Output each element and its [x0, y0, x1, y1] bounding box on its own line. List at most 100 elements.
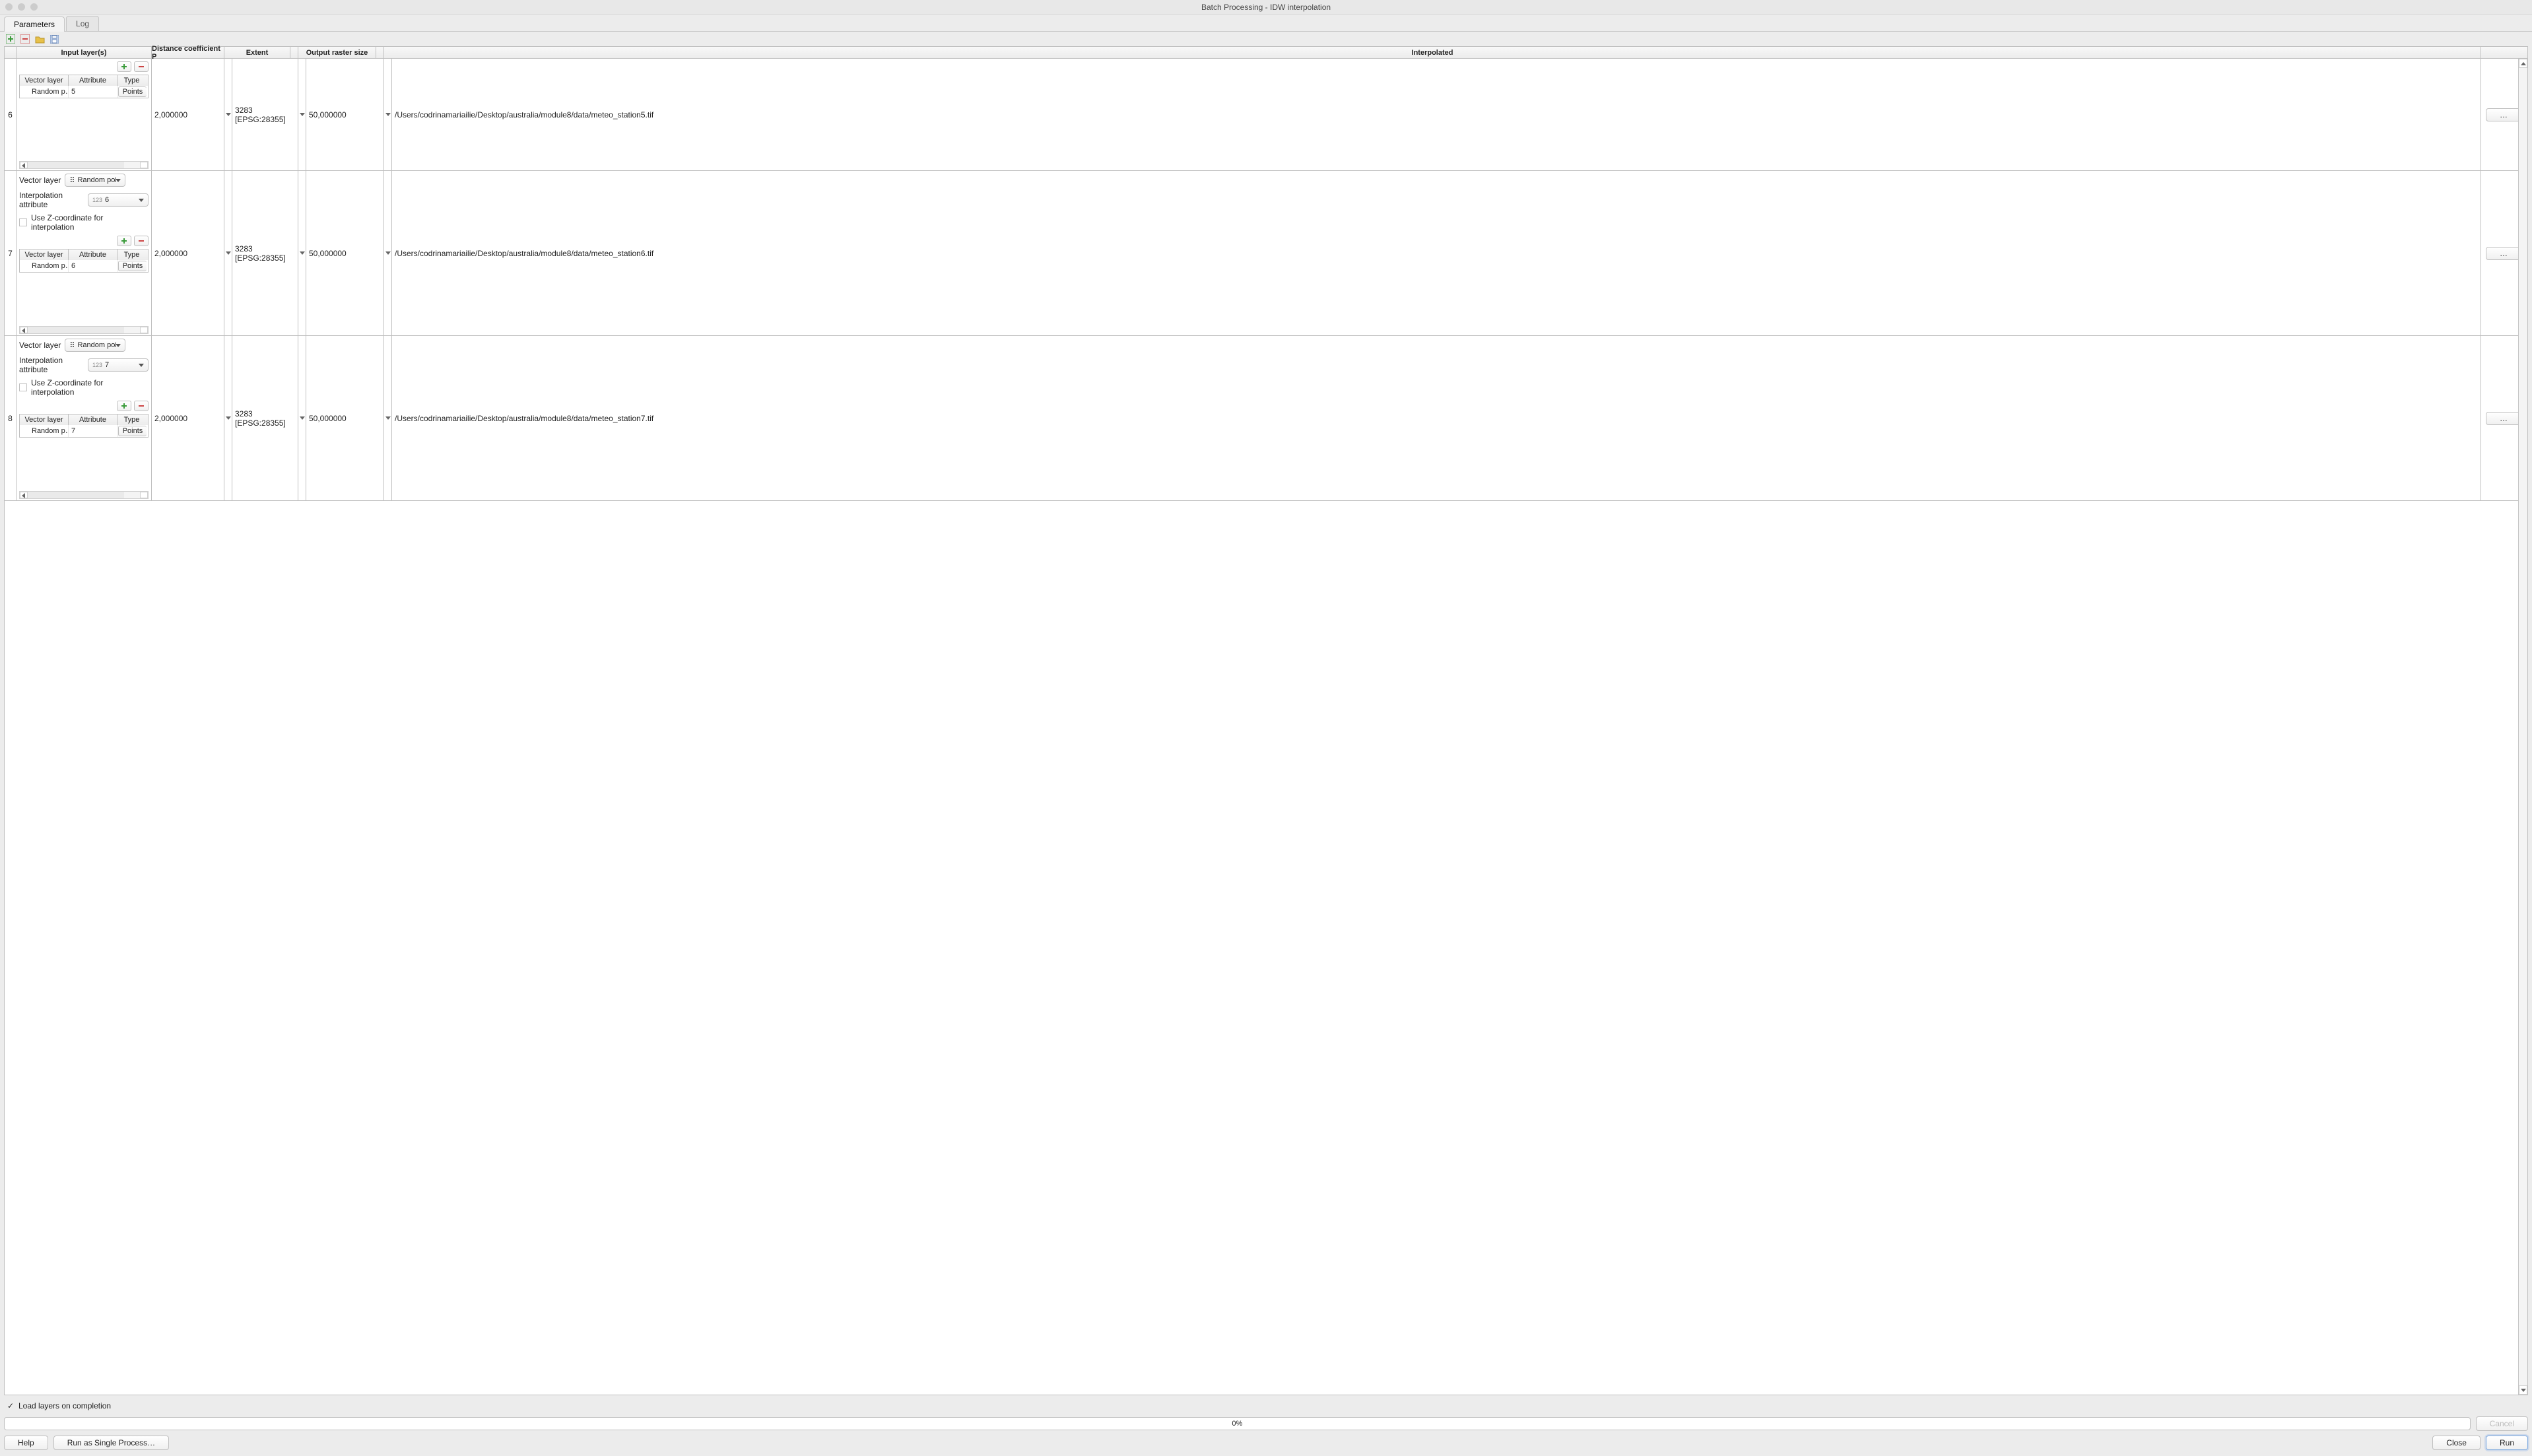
window-title: Batch Processing - IDW interpolation [0, 3, 2532, 12]
grid-row: 6Vector layerAttributeTypeRandom p…5Poin… [5, 59, 2527, 171]
layer-table: Vector layerAttributeTypeRandom p…7Point… [19, 414, 149, 438]
mt-head-vector: Vector layer [20, 414, 69, 425]
grid-row: 7Vector layer⠿Random poiInterpolation at… [5, 171, 2527, 336]
interp-attr-label: Interpolation attribute [19, 356, 84, 374]
remove-layer-icon[interactable] [134, 401, 149, 411]
window-titlebar: Batch Processing - IDW interpolation [0, 0, 2532, 15]
batch-grid: Input layer(s) Distance coefficient P Ex… [4, 46, 2528, 1395]
layer-table-row[interactable]: Random p…7Points [20, 425, 148, 437]
layer-table-row[interactable]: Random p…5Points [20, 86, 148, 98]
points-icon: ⠿ [69, 176, 75, 185]
vector-layer-label: Vector layer [19, 176, 61, 185]
extent-cell[interactable]: 3283 [EPSG:28355] [232, 336, 298, 500]
remove-row-icon[interactable] [20, 34, 30, 44]
cancel-button: Cancel [2476, 1416, 2528, 1431]
mt-head-attr: Attribute [69, 249, 117, 260]
col-header-distance[interactable]: Distance coefficient P [152, 47, 224, 58]
col-header-input[interactable]: Input layer(s) [17, 47, 152, 58]
col-header-raster[interactable]: Output raster size [298, 47, 376, 58]
bottom-button-row: Help Run as Single Process… Close Run [4, 1435, 2528, 1451]
layer-table: Vector layerAttributeTypeRandom p…5Point… [19, 75, 149, 98]
col-header-browse [2481, 47, 2527, 58]
remove-layer-icon[interactable] [134, 61, 149, 72]
tab-parameters[interactable]: Parameters [4, 17, 65, 32]
mt-head-type: Type [117, 75, 146, 86]
vector-layer-select[interactable]: ⠿Random poi [65, 339, 125, 352]
help-button[interactable]: Help [4, 1436, 48, 1450]
tab-bar: Parameters Log [0, 15, 2532, 32]
col-header-interpolated[interactable]: Interpolated [384, 47, 2481, 58]
extent-cell[interactable]: 3283 [EPSG:28355] [232, 59, 298, 170]
progress-row: 0% Cancel [4, 1416, 2528, 1431]
batch-toolbar [0, 32, 2532, 46]
use-z-label: Use Z-coordinate for interpolation [31, 378, 149, 397]
browse-button[interactable]: … [2486, 108, 2523, 121]
raster-size-cell[interactable]: 50,000000 [306, 171, 384, 335]
row-number[interactable]: 7 [5, 171, 17, 335]
interp-attr-select[interactable]: 1236 [88, 193, 149, 207]
extent-autofill-dropdown[interactable] [298, 59, 306, 170]
vector-layer-select[interactable]: ⠿Random poi [65, 174, 125, 187]
run-single-button[interactable]: Run as Single Process… [53, 1436, 169, 1450]
tab-log[interactable]: Log [66, 16, 99, 31]
input-layers-cell: Vector layerAttributeTypeRandom p…5Point… [17, 59, 152, 170]
raster-size-cell[interactable]: 50,000000 [306, 336, 384, 500]
extent-autofill-dropdown[interactable] [298, 336, 306, 500]
input-hscroll[interactable] [19, 491, 149, 499]
type-dropdown[interactable]: Points [118, 426, 147, 436]
browse-button[interactable]: … [2486, 247, 2523, 260]
raster-size-cell[interactable]: 50,000000 [306, 59, 384, 170]
row-number[interactable]: 8 [5, 336, 17, 500]
type-dropdown[interactable]: Points [118, 261, 147, 271]
input-layers-cell: Vector layer ⠿Random poi Interpolation att… [17, 336, 152, 500]
add-layer-icon[interactable] [117, 61, 131, 72]
layer-table-row[interactable]: Random p…6Points [20, 260, 148, 272]
run-button[interactable]: Run [2486, 1436, 2528, 1450]
distance-autofill-dropdown[interactable] [224, 336, 232, 500]
raster-autofill-dropdown[interactable] [384, 59, 392, 170]
output-path-cell[interactable]: /Users/codrinamariailie/Desktop/australi… [392, 59, 2481, 170]
load-layers-row: ✓ Load layers on completion [7, 1399, 2525, 1412]
extent-cell[interactable]: 3283 [EPSG:28355] [232, 171, 298, 335]
raster-autofill-dropdown[interactable] [384, 171, 392, 335]
raster-autofill-dropdown[interactable] [384, 336, 392, 500]
open-folder-icon[interactable] [34, 34, 45, 44]
grid-row: 8Vector layer ⠿Random poi Interpolation at… [5, 336, 2527, 501]
input-hscroll[interactable] [19, 326, 149, 334]
load-layers-label: Load layers on completion [18, 1401, 111, 1410]
scroll-down-icon[interactable] [2519, 1385, 2527, 1395]
add-row-icon[interactable] [5, 34, 16, 44]
add-layer-icon[interactable] [117, 236, 131, 246]
add-layer-icon[interactable] [117, 401, 131, 411]
row-number[interactable]: 6 [5, 59, 17, 170]
type-dropdown[interactable]: Points [118, 86, 147, 97]
output-path-cell[interactable]: /Users/codrinamariailie/Desktop/australi… [392, 336, 2481, 500]
col-header-extent[interactable]: Extent [224, 47, 290, 58]
distance-cell[interactable]: 2,000000 [152, 336, 224, 500]
distance-autofill-dropdown[interactable] [224, 59, 232, 170]
mt-head-vector: Vector layer [20, 249, 69, 260]
extent-autofill-dropdown[interactable] [298, 171, 306, 335]
layer-table: Vector layerAttributeTypeRandom p…6Point… [19, 249, 149, 273]
distance-cell[interactable]: 2,000000 [152, 59, 224, 170]
input-layers-cell: Vector layer⠿Random poiInterpolation att… [17, 171, 152, 335]
distance-autofill-dropdown[interactable] [224, 171, 232, 335]
vector-layer-label: Vector layer [19, 341, 61, 350]
progress-bar: 0% [4, 1417, 2471, 1430]
browse-button[interactable]: … [2486, 412, 2523, 425]
mt-head-attr: Attribute [69, 414, 117, 425]
grid-body: 6Vector layerAttributeTypeRandom p…5Poin… [5, 59, 2527, 1395]
output-path-cell[interactable]: /Users/codrinamariailie/Desktop/australi… [392, 171, 2481, 335]
save-icon[interactable] [49, 34, 59, 44]
distance-cell[interactable]: 2,000000 [152, 171, 224, 335]
interp-attr-select[interactable]: 1237 [88, 358, 149, 372]
column-header-row: Input layer(s) Distance coefficient P Ex… [5, 47, 2527, 59]
load-layers-checkbox[interactable]: ✓ [7, 1402, 15, 1410]
input-hscroll[interactable] [19, 161, 149, 169]
grid-vertical-scrollbar[interactable] [2518, 59, 2527, 1395]
close-button[interactable]: Close [2432, 1436, 2481, 1450]
points-icon: ⠿ [69, 341, 75, 350]
remove-layer-icon[interactable] [134, 236, 149, 246]
progress-text: 0% [1232, 1420, 1242, 1428]
scroll-up-icon[interactable] [2519, 59, 2527, 68]
